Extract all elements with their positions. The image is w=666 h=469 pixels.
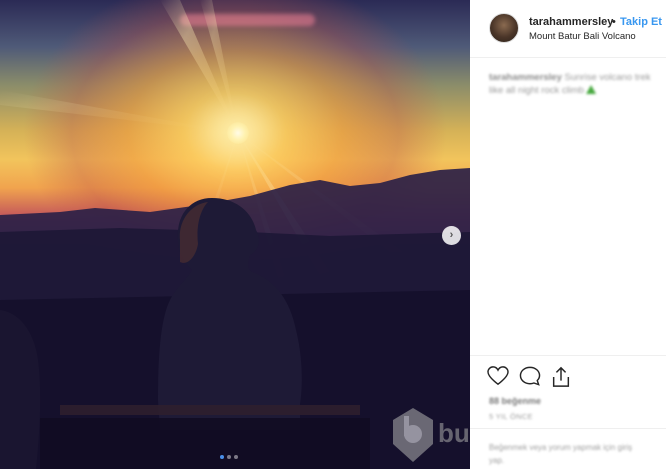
username-link[interactable]: tarahammersley xyxy=(529,16,613,28)
login-prompt-line1: Beğenmek veya yorum yapmak için giriş xyxy=(489,443,633,452)
post-header: tarahammersley • Takip Et Mount Batur Ba… xyxy=(470,0,666,58)
like-count[interactable]: 88 beğenme xyxy=(489,396,541,406)
carousel-dot-active xyxy=(220,455,224,459)
action-bar xyxy=(470,355,666,400)
login-to-comment-text[interactable]: Beğenmek veya yorum yapmak için giriş ya… xyxy=(489,441,632,467)
chevron-right-icon: › xyxy=(449,229,454,241)
mountain-landscape xyxy=(0,168,470,469)
speech-bubble-icon[interactable] xyxy=(519,366,541,386)
caption-text: Sunrise volcano trek xyxy=(564,72,651,83)
heart-icon[interactable] xyxy=(487,366,509,386)
share-icon[interactable] xyxy=(550,366,572,388)
tree-emoji-icon xyxy=(586,85,597,94)
avatar[interactable] xyxy=(489,13,519,43)
carousel-dot xyxy=(227,455,231,459)
site-watermark: bu xyxy=(390,406,500,464)
watermark-logo-icon xyxy=(393,408,433,462)
caption-username[interactable]: tarahammersley xyxy=(489,72,562,83)
post-photo[interactable]: › xyxy=(0,0,470,469)
carousel-dot xyxy=(234,455,238,459)
next-photo-button[interactable]: › xyxy=(442,226,461,245)
carousel-indicator xyxy=(220,455,238,459)
follow-button[interactable]: Takip Et xyxy=(620,16,662,28)
location-link[interactable]: Mount Batur Bali Volcano xyxy=(529,31,636,42)
post-side-panel: tarahammersley • Takip Et Mount Batur Ba… xyxy=(470,0,666,469)
watermark-text: bu xyxy=(438,418,470,448)
caption-text-line2: like all night rock climb xyxy=(489,85,585,96)
post-caption: tarahammersley Sunrise volcano trek like… xyxy=(489,71,664,97)
separator-dot: • xyxy=(612,16,616,28)
